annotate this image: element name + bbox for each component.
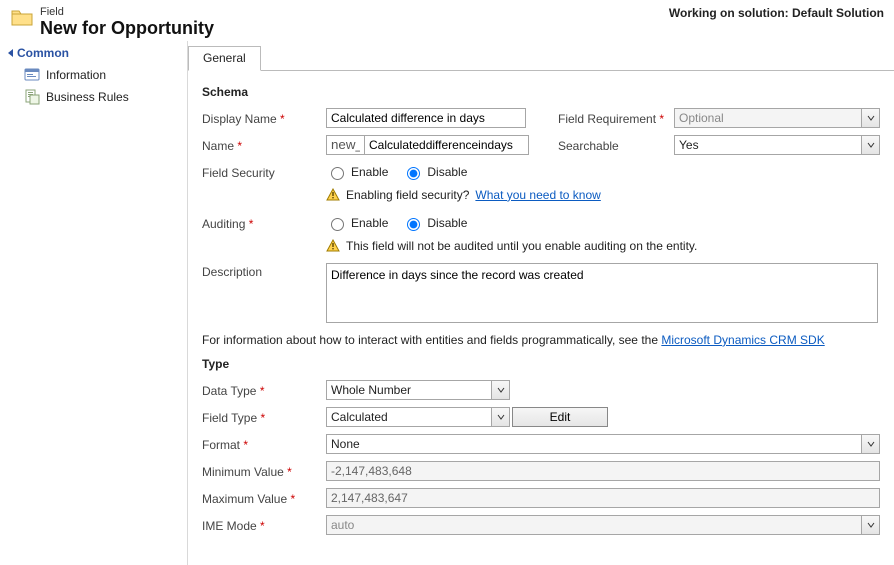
auditing-disable-option[interactable]: Disable: [402, 215, 467, 231]
ime-mode-select[interactable]: auto: [326, 515, 880, 535]
label-name: Name: [202, 137, 326, 153]
min-value-input: [326, 461, 880, 481]
chevron-down-icon: [861, 136, 879, 154]
label-field-security: Field Security: [202, 164, 326, 180]
nav-item-label: Business Rules: [46, 90, 129, 104]
chevron-down-icon: [861, 516, 879, 534]
left-nav: Common Information Business Rules: [0, 41, 188, 565]
warning-icon: [326, 239, 340, 253]
searchable-select[interactable]: Yes: [674, 135, 880, 155]
label-ime-mode: IME Mode: [202, 517, 326, 533]
nav-item-information[interactable]: Information: [6, 64, 181, 86]
auditing-info: This field will not be audited until you…: [202, 239, 880, 253]
field-type-select[interactable]: Calculated: [326, 407, 510, 427]
rules-icon: [24, 89, 40, 105]
display-name-input[interactable]: [326, 108, 526, 128]
tab-general[interactable]: General: [188, 46, 261, 71]
nav-section-common[interactable]: Common: [6, 43, 181, 64]
crm-sdk-link[interactable]: Microsoft Dynamics CRM SDK: [661, 333, 824, 347]
name-input[interactable]: [364, 135, 529, 155]
page-title: New for Opportunity: [40, 19, 214, 39]
label-field-requirement: Field Requirement: [558, 110, 674, 126]
chevron-down-icon: [491, 408, 509, 426]
label-max-value: Maximum Value: [202, 490, 326, 506]
collapse-caret-icon: [8, 49, 13, 57]
edit-calculation-button[interactable]: Edit: [512, 407, 608, 427]
tab-strip: General: [188, 45, 894, 71]
solution-context: Working on solution: Default Solution: [669, 6, 884, 20]
entity-type-label: Field: [40, 6, 214, 18]
chevron-down-icon: [491, 381, 509, 399]
chevron-down-icon: [861, 435, 879, 453]
label-searchable: Searchable: [558, 137, 674, 153]
field-security-disable-option[interactable]: Disable: [402, 164, 467, 180]
label-format: Format: [202, 436, 326, 452]
label-data-type: Data Type: [202, 382, 326, 398]
max-value-input: [326, 488, 880, 508]
label-display-name: Display Name: [202, 110, 326, 126]
nav-item-business-rules[interactable]: Business Rules: [6, 86, 181, 108]
label-field-type: Field Type: [202, 409, 326, 425]
warning-icon: [326, 188, 340, 202]
section-schema-heading: Schema: [202, 85, 880, 99]
description-textarea[interactable]: [326, 263, 878, 323]
label-min-value: Minimum Value: [202, 463, 326, 479]
nav-item-label: Information: [46, 68, 106, 82]
info-card-icon: [24, 67, 40, 83]
chevron-down-icon: [861, 109, 879, 127]
label-auditing: Auditing: [202, 215, 326, 231]
field-security-info: Enabling field security? What you need t…: [202, 188, 880, 202]
data-type-select[interactable]: Whole Number: [326, 380, 510, 400]
field-security-enable-option[interactable]: Enable: [326, 164, 388, 180]
field-requirement-select[interactable]: Optional: [674, 108, 880, 128]
entity-folder-icon: [10, 6, 34, 28]
auditing-enable-option[interactable]: Enable: [326, 215, 388, 231]
field-security-learn-link[interactable]: What you need to know: [475, 188, 600, 202]
section-type-heading: Type: [202, 357, 880, 371]
field-security-radio-group: Enable Disable: [326, 164, 467, 180]
auditing-radio-group: Enable Disable: [326, 215, 467, 231]
sdk-helper-text: For information about how to interact wi…: [202, 333, 880, 347]
format-select[interactable]: None: [326, 434, 880, 454]
label-description: Description: [202, 263, 326, 279]
name-prefix-input[interactable]: [326, 135, 364, 155]
